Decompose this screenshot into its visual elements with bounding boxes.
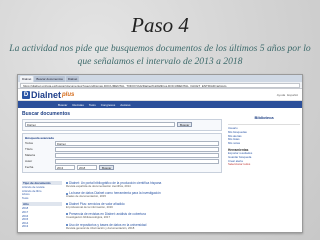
browser-tabbar: Dialnet Buscar documentos Dialnet [18,75,302,82]
field-input[interactable] [55,153,219,158]
address-bar: https://dialnet.unirioja.es/buscar/docum… [18,82,302,89]
field-input[interactable] [55,147,219,152]
browser-tab[interactable]: Buscar documentos [34,76,65,82]
header-link[interactable]: Ayuda [277,93,285,97]
list-item: La base de datos Dialnet como herramient… [66,191,222,198]
dialnet-logo[interactable]: D Dialnet plus [22,90,74,100]
nav-item[interactable]: Revistas [72,103,84,107]
library-logo: Biblioteca [228,111,300,125]
dialnet-logo-mark: D [22,90,30,99]
sidebar-item[interactable]: Mis notas [228,141,300,146]
field-input[interactable]: Dialnet [55,141,219,146]
advanced-search-box: Búsqueda avanzada Todos Dialnet Título M… [22,133,222,173]
list-item: Uso de repositorios y bases de datos en … [66,223,222,230]
result-meta: Revista general de información y documen… [66,225,135,230]
filter-header: Año [22,202,62,207]
basic-search-box: Dialnet Buscar [22,119,222,131]
search-panel: Buscar documentos Dialnet Buscar Búsqued… [22,111,222,175]
filter-item[interactable]: Tesis [22,196,62,201]
list-item: Dialnet: Un portal bibliográfico de la p… [66,181,222,188]
filter-item[interactable]: 2013 [22,225,62,229]
field-label: Todos [25,141,34,145]
nav-item[interactable]: Tesis [89,103,96,107]
nav-item[interactable]: Autores [120,103,130,107]
result-meta: Anales de documentación, 2015 [66,194,106,199]
results-list: Dialnet: Un portal bibliográfico de la p… [66,181,222,232]
result-meta: Revista española de documentación cientí… [66,184,131,188]
sidebar: Biblioteca Usuario Mis búsquedas Mis ale… [228,111,300,167]
date-label: Fecha [25,165,34,169]
result-meta: Investigación bibliotecológica, 2017 [66,215,111,220]
filters-panel: Tipo de documento Artículo de revista Ar… [22,181,62,229]
nav-item[interactable]: Buscar [58,103,67,107]
search-button[interactable]: Buscar [177,122,193,127]
advanced-search-button[interactable]: Buscar [99,165,115,170]
site-nav: Buscar Revistas Tesis Congresos Autores [18,101,302,108]
browser-screenshot: Dialnet Buscar documentos Dialnet https:… [17,74,303,233]
browser-tab[interactable]: Dialnet [65,76,80,82]
slide-title: Paso 4 [131,13,189,37]
dialnet-plus-text: plus [62,91,75,98]
url-field[interactable]: https://dialnet.unirioja.es/buscar/docum… [20,82,300,88]
field-label: Título [25,147,33,151]
date-from-input[interactable]: 2013 [55,165,75,170]
dialnet-logo-text: Dialnet [31,89,62,100]
result-meta: El profesional de la información, 2016 [66,204,113,209]
field-label: Autor [25,159,33,163]
list-item: Presencia de revistas en Dialnet: anális… [66,212,222,219]
nav-item[interactable]: Congresos [101,103,116,107]
slide-subtitle: La actividad nos pide que busquemos docu… [9,43,311,67]
list-item: Dialnet Plus: servicios de valor añadido… [66,202,222,209]
field-label: Materia [25,153,36,157]
advanced-search-label: Búsqueda avanzada [25,136,54,140]
field-input[interactable] [55,159,219,164]
query-input[interactable]: Dialnet [25,122,175,127]
browser-tab[interactable]: Dialnet [20,76,34,82]
date-to-input[interactable]: 2018 [77,165,97,170]
search-title: Buscar documentos [22,111,71,117]
site-header: D Dialnet plus Ayuda Español [18,89,302,101]
header-link[interactable]: Español [287,93,298,97]
sidebar-item[interactable]: Seleccionar todos [228,163,300,167]
